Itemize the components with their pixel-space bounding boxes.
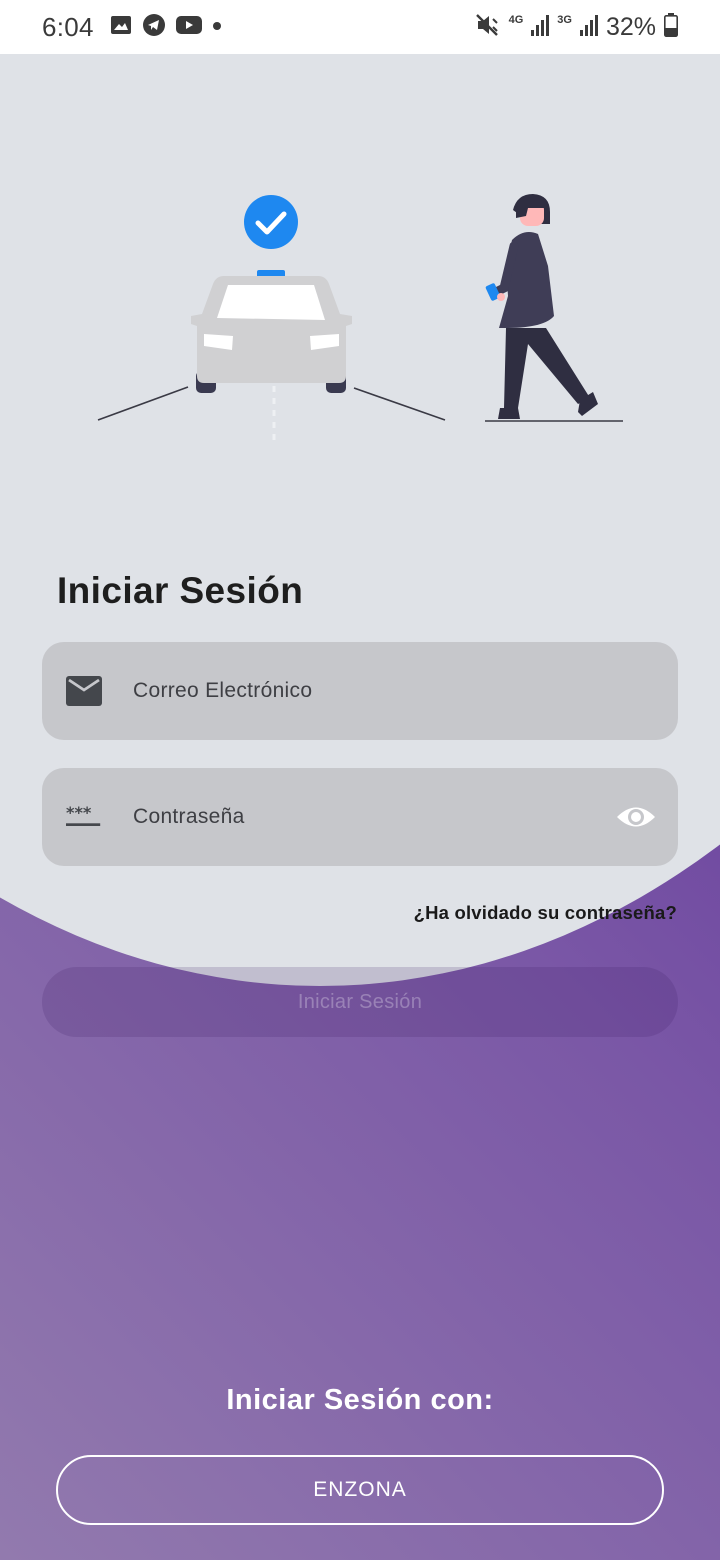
network-4g-label: 4G — [508, 13, 524, 26]
telegram-icon — [142, 13, 166, 42]
status-bar: 6:04 4G 3G 32% — [0, 0, 720, 54]
status-bar-right: 4G 3G 32% — [475, 12, 678, 42]
login-screen: 6:04 4G 3G 32% Iniciar Sesión Correo Ele… — [0, 0, 720, 1560]
signal-icon — [531, 14, 550, 41]
signal-icon — [579, 14, 598, 41]
login-button[interactable]: Iniciar Sesión — [42, 967, 678, 1037]
email-icon — [66, 673, 102, 709]
eye-icon[interactable] — [616, 798, 656, 836]
page-title: Iniciar Sesión — [57, 570, 304, 611]
network-3g-label: 3G — [557, 13, 572, 26]
svg-text:***: *** — [66, 804, 92, 822]
status-bar-left: 6:04 — [42, 12, 222, 43]
car-icon — [191, 270, 352, 393]
alt-login-label: Iniciar Sesión con: — [226, 1384, 494, 1416]
youtube-icon — [175, 15, 202, 40]
email-field[interactable] — [42, 642, 678, 740]
image-icon — [110, 14, 132, 41]
password-field[interactable]: *** — [42, 768, 678, 866]
password-input[interactable] — [133, 768, 598, 866]
battery-percent: 32% — [605, 12, 656, 41]
forgot-password-link[interactable]: ¿Ha olvidado su contraseña? — [414, 902, 677, 924]
battery-icon — [664, 12, 678, 42]
password-icon: *** — [66, 799, 102, 835]
status-time: 6:04 — [42, 11, 94, 42]
dot-icon — [212, 18, 222, 36]
email-input[interactable] — [133, 642, 598, 740]
road-lines — [97, 386, 623, 440]
enzona-login-button[interactable]: ENZONA — [56, 1455, 664, 1525]
woman-icon — [485, 194, 598, 419]
check-badge-icon — [244, 195, 298, 249]
taxi-illustration — [97, 194, 623, 440]
mute-icon — [475, 13, 501, 42]
